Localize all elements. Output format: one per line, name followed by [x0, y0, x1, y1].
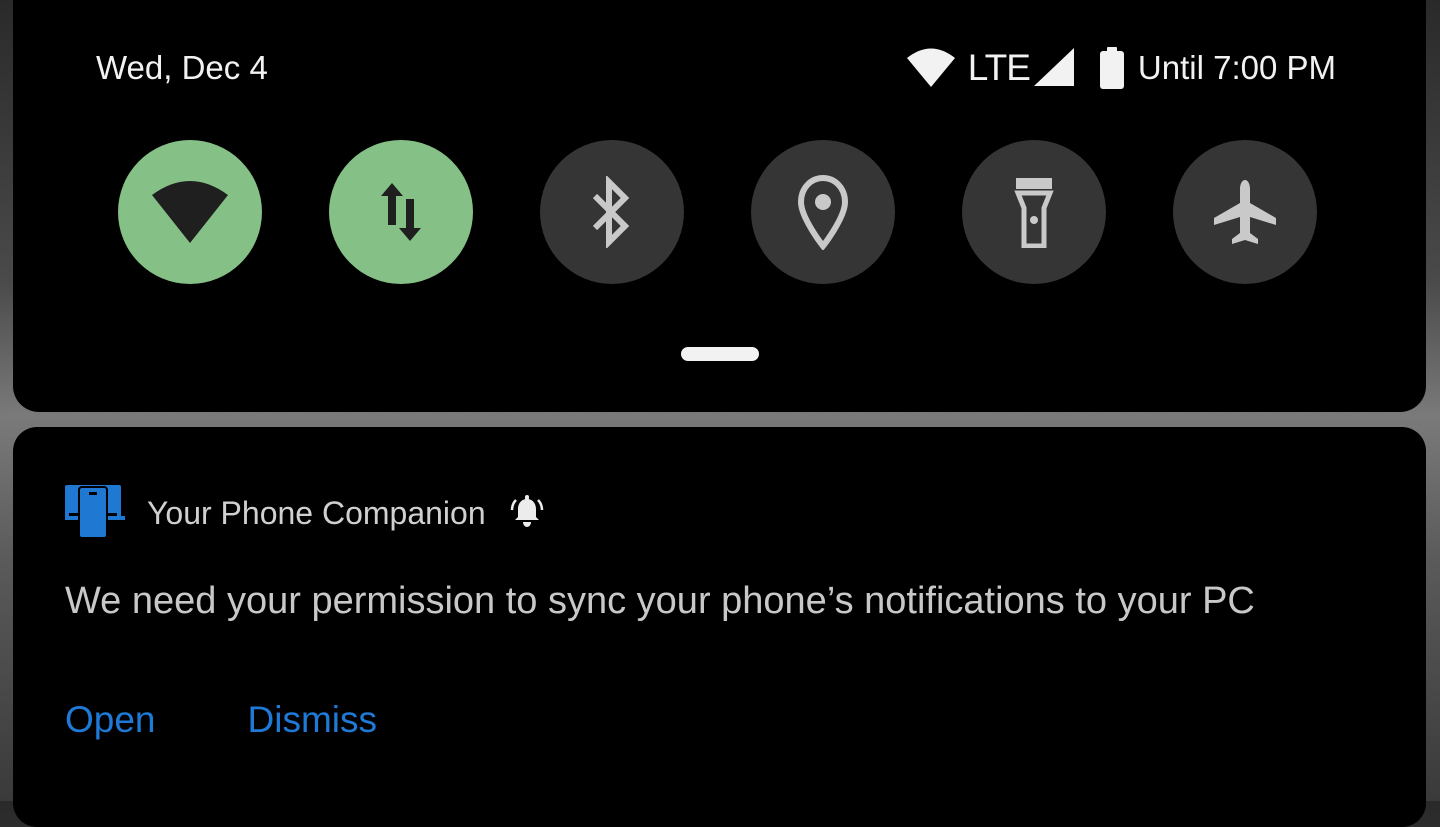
notification-header: Your Phone Companion: [65, 483, 544, 544]
phone-companion-icon: [65, 483, 125, 544]
status-icons: LTE Until 7:00 PM: [906, 44, 1336, 92]
location-pin-icon: [795, 174, 851, 250]
notification-app-name: Your Phone Companion: [147, 495, 486, 531]
bell-alert-icon: [510, 494, 544, 533]
notification-actions: Open Dismiss: [65, 699, 469, 741]
status-date: Wed, Dec 4: [96, 49, 268, 86]
tile-flashlight[interactable]: [962, 140, 1106, 284]
battery-icon: [1099, 47, 1124, 89]
tile-mobile-data[interactable]: [329, 140, 473, 284]
battery-status-text: Until 7:00 PM: [1137, 49, 1336, 86]
tile-bluetooth[interactable]: [540, 140, 684, 284]
bluetooth-icon: [587, 176, 637, 248]
wifi-icon: [906, 47, 956, 89]
data-arrows-icon: [371, 177, 431, 247]
quick-settings-tiles: [118, 140, 1317, 284]
tile-location[interactable]: [751, 140, 895, 284]
airplane-icon: [1210, 177, 1280, 247]
wifi-icon: [150, 179, 230, 245]
notification-message: We need your permission to sync your pho…: [65, 580, 1255, 622]
notification-card[interactable]: Your Phone Companion We need your permis…: [13, 427, 1426, 827]
tile-wifi[interactable]: [118, 140, 262, 284]
tile-airplane-mode[interactable]: [1173, 140, 1317, 284]
dismiss-button[interactable]: Dismiss: [248, 699, 377, 741]
quick-settings-panel: Wed, Dec 4 LTE Until 7:00 PM: [13, 0, 1426, 412]
network-type-label: LTE: [967, 47, 1031, 88]
drag-handle[interactable]: [681, 347, 759, 361]
flashlight-icon: [1012, 176, 1056, 248]
open-button[interactable]: Open: [65, 699, 156, 741]
cell-signal-icon: [1033, 48, 1076, 88]
